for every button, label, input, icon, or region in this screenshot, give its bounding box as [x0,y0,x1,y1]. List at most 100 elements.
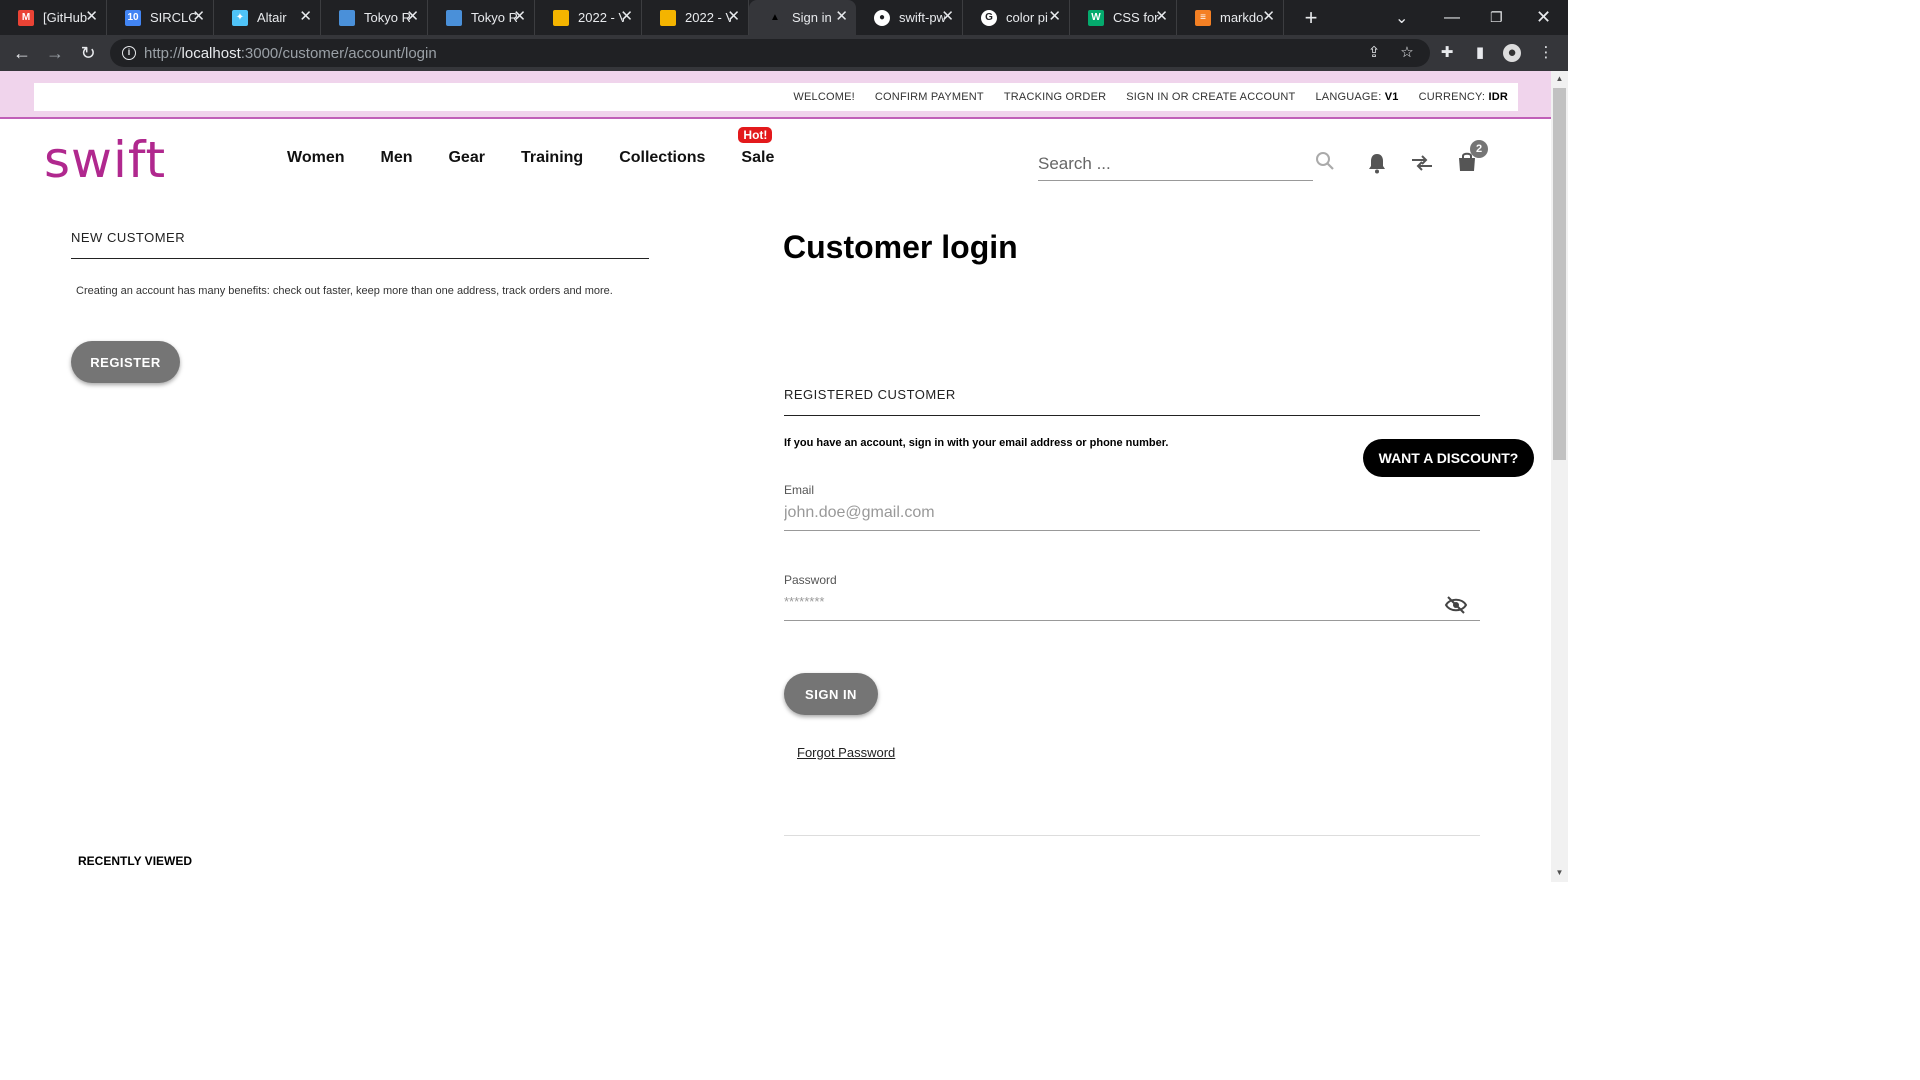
scrollbar-thumb[interactable] [1553,88,1566,460]
tab-close-icon[interactable]: ✕ [192,9,205,25]
browser-tab-title: CSS for [1113,10,1159,25]
toggle-password-visibility-icon[interactable] [1444,595,1468,615]
tab-close-icon[interactable]: ✕ [299,9,312,25]
browser-menu-icon[interactable]: ⋮ [1537,44,1555,62]
tab-close-icon[interactable]: ✕ [941,9,954,25]
confirm-payment-link[interactable]: CONFIRM PAYMENT [875,91,984,103]
browser-tab-title: 2022 - V [685,10,731,25]
browser-tab[interactable]: Gcolor pi ✕ [963,0,1070,35]
browser-tab[interactable]: Tokyo R ✕ [428,0,535,35]
browser-tab[interactable]: ▲ Sign in ✕ [749,0,856,35]
site-info-icon[interactable]: i [122,46,136,60]
tab-search-icon[interactable]: ⌄ [1395,0,1408,35]
browser-tab-title: color pi [1006,10,1048,25]
email-field-wrapper [784,504,1480,531]
search-box [1038,151,1313,181]
nav-sale[interactable]: Hot! Sale [738,127,775,167]
search-input[interactable] [1038,151,1278,177]
tab-close-icon[interactable]: ✕ [727,9,740,25]
currency-selector[interactable]: CURRENCY: IDR [1419,91,1508,103]
nav-training[interactable]: Training [521,149,583,167]
profile-avatar-icon[interactable]: ● [1503,44,1521,62]
url-host: localhost [181,44,241,62]
tab-close-icon[interactable]: ✕ [85,9,98,25]
hot-badge: Hot! [738,127,773,143]
swift-logo[interactable]: swift [44,131,166,189]
language-value: V1 [1384,91,1399,103]
bookmark-star-icon[interactable]: ☆ [1398,44,1416,62]
web-page: WELCOME! CONFIRM PAYMENT TRACKING ORDER … [0,71,1551,882]
tab-close-icon[interactable]: ✕ [1262,9,1275,25]
browser-tab-title: Sign in [792,10,832,25]
browser-tab-title: Altair [257,10,287,25]
browser-tab[interactable]: 10 SIRCLO ✕ [107,0,214,35]
tracking-order-link[interactable]: TRACKING ORDER [1004,91,1106,103]
new-customer-heading: NEW CUSTOMER [71,230,186,245]
share-icon[interactable]: ⇪ [1365,44,1383,62]
browser-tab-bar: M [GitHub ✕ 10 SIRCLO ✕ ✦ Altair ✕ Tokyo R ✕ Tokyo … [0,0,1568,35]
minimize-icon[interactable]: — [1444,0,1460,35]
nav-women[interactable]: Women [287,149,344,167]
notification-bell-icon[interactable] [1367,152,1387,174]
compare-icon[interactable] [1410,153,1434,173]
browser-tab[interactable]: 2022 - V ✕ [535,0,642,35]
nav-gear[interactable]: Gear [448,149,484,167]
browser-tab-title: Tokyo R [364,10,410,25]
nav-collections[interactable]: Collections [619,149,705,167]
sign-in-create-account-link[interactable]: SIGN IN OR CREATE ACCOUNT [1126,91,1295,103]
browser-tab[interactable]: 2022 - V ✕ [642,0,749,35]
close-window-icon[interactable]: ✕ [1536,0,1551,35]
browser-tab[interactable]: M [GitHub ✕ [0,0,107,35]
welcome-link[interactable]: WELCOME! [793,91,855,103]
side-panel-icon[interactable]: ▮ [1471,44,1489,62]
tab-close-icon[interactable]: ✕ [1155,9,1168,25]
browser-tab[interactable]: Tokyo R ✕ [321,0,428,35]
new-tab-icon[interactable]: + [1296,5,1326,31]
calendar-icon: 10 [125,9,141,26]
nav-men[interactable]: Men [380,149,412,167]
google-icon: G [981,9,997,26]
registered-customer-divider [784,415,1480,416]
tab-close-icon[interactable]: ✕ [1048,9,1061,25]
restore-icon[interactable]: ❐ [1490,0,1503,35]
browser-tab-title: [GitHub [43,10,88,25]
email-field[interactable] [784,504,1434,522]
doc-icon [446,9,462,26]
search-icon[interactable] [1315,151,1335,171]
want-discount-button[interactable]: WANT A DISCOUNT? [1363,439,1534,477]
back-icon[interactable]: ← [12,43,32,63]
tab-close-icon[interactable]: ✕ [620,9,633,25]
url-field[interactable]: http://localhost:3000/customer/account/l… [110,39,1430,67]
swift-tab-icon: ▲ [767,9,783,26]
slides-icon [553,9,569,26]
new-customer-text: Creating an account has many benefits: c… [76,285,613,297]
browser-tab[interactable]: ≡ markdo ✕ [1177,0,1284,35]
currency-value: IDR [1488,91,1508,103]
email-label: Email [784,483,815,497]
nav-sale-label: Sale [741,149,775,166]
gmail-icon: M [18,9,34,26]
forgot-password-link[interactable]: Forgot Password [797,745,895,760]
browser-tab[interactable]: W CSS for ✕ [1070,0,1177,35]
tab-close-icon[interactable]: ✕ [513,9,526,25]
scroll-up-icon[interactable]: ▲ [1555,74,1564,83]
scroll-down-icon[interactable]: ▼ [1555,868,1564,877]
login-bottom-divider [784,835,1480,836]
register-button[interactable]: REGISTER [71,341,180,383]
password-field[interactable] [784,594,1434,609]
language-selector[interactable]: LANGUAGE: V1 [1315,91,1398,103]
tab-close-icon[interactable]: ✕ [406,9,419,25]
tab-close-icon[interactable]: ✕ [835,9,848,25]
main-nav: Women Men Gear Training Collections Hot!… [287,127,810,167]
browser-tab[interactable]: ✦ Altair ✕ [214,0,321,35]
slides-icon [660,9,676,26]
cart-count-badge: 2 [1470,140,1488,158]
currency-label: CURRENCY: [1418,91,1486,103]
browser-tab[interactable]: ● swift-pw ✕ [856,0,963,35]
reload-icon[interactable]: ↻ [78,43,98,63]
url-scheme: http:// [144,44,182,62]
registered-customer-heading: REGISTERED CUSTOMER [784,387,956,402]
forward-icon[interactable]: → [45,43,65,63]
extensions-icon[interactable]: ✚ [1438,44,1456,62]
sign-in-button[interactable]: SIGN IN [784,673,878,715]
